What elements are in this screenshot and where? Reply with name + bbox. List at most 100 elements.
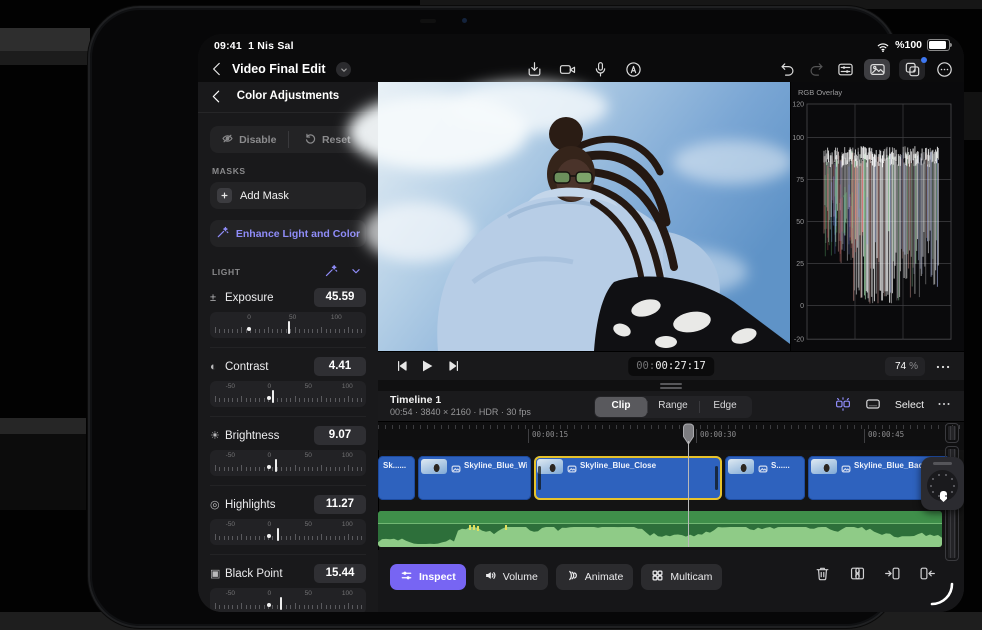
insert-left-icon[interactable] [884, 565, 903, 584]
redo-icon[interactable] [806, 59, 826, 79]
jog-tick-dot [937, 473, 940, 476]
microphone-icon[interactable] [590, 59, 610, 79]
slider-scale-label: 100 [330, 314, 342, 321]
clip-media-icon [758, 461, 769, 472]
clip-media-icon [567, 461, 578, 472]
slider-scale-label: -50 [225, 521, 235, 528]
timeline-clip[interactable]: Sk...... [378, 456, 415, 500]
clip-thumbnail [728, 459, 754, 474]
slider-value-indicator[interactable] [271, 390, 274, 403]
slider-origin-dot [247, 327, 251, 331]
clip-overview-icon[interactable] [865, 396, 883, 414]
slider-value-indicator[interactable] [277, 528, 280, 541]
slider-scale-label: 0 [247, 314, 251, 321]
mode-range[interactable]: Range [647, 397, 699, 417]
add-mask-button[interactable]: Add Mask [210, 182, 366, 209]
skip-back-icon[interactable] [394, 358, 412, 376]
more-icon[interactable] [934, 59, 954, 79]
scrollbar-segment[interactable] [945, 423, 959, 443]
slider-value-indicator[interactable] [287, 321, 290, 334]
adjustment-slider[interactable]: -50 0 50 100 [210, 450, 366, 476]
adjustment-slider[interactable]: 0 50 100 [210, 312, 366, 338]
undo-icon[interactable] [777, 59, 797, 79]
adjustment-slider[interactable]: -50 0 50 100 [210, 519, 366, 545]
timeline-ruler[interactable]: 00:00:15 00:00:30 00:00:45 [378, 421, 964, 450]
back-icon[interactable] [208, 60, 226, 78]
volume-button[interactable]: Volume [473, 564, 548, 590]
timeline-clip[interactable]: Skyline_Blue_Close [534, 456, 722, 500]
inspect-icon [400, 569, 413, 585]
light-auto-wand-icon[interactable] [324, 264, 339, 279]
snapping-icon[interactable] [835, 396, 853, 414]
ruler-timecode-label: 00:00:45 [864, 429, 904, 443]
light-controls-list: ± Exposure 45.59 0 50 100 ◐ Contrast 4.41 … [198, 279, 378, 612]
timeline-more-icon[interactable] [936, 396, 954, 414]
adjustment-value[interactable]: 15.44 [314, 564, 366, 583]
slider-scale-label: 0 [267, 383, 272, 390]
inspect-button[interactable]: Inspect [390, 564, 466, 590]
play-icon[interactable] [419, 358, 437, 376]
adjustment-value[interactable]: 45.59 [314, 288, 366, 307]
video-preview[interactable] [348, 81, 793, 351]
project-title-chevron-icon[interactable] [336, 62, 351, 77]
exposure-icon: ± [210, 291, 217, 304]
adjustment-control: ▣ Black Point 15.44 -50 0 50 100 [210, 554, 366, 612]
timeline-clip[interactable]: Skyline_Blue_Wide [418, 456, 531, 500]
jog-tick-dot [930, 484, 932, 487]
timeline-header: Timeline 1 00:54 · 3840 × 2160 · HDR · 3… [378, 391, 964, 421]
status-time: 09:41 [214, 40, 242, 52]
ruler-timecode-label: 00:00:15 [528, 429, 568, 443]
jog-wheel[interactable] [921, 457, 964, 510]
multicam-button[interactable]: Multicam [641, 564, 723, 590]
inspector-panel-icon[interactable] [835, 59, 855, 79]
jog-dial[interactable] [927, 470, 958, 502]
skip-forward-icon[interactable] [446, 358, 464, 376]
timecode-display[interactable]: 00:00:27:17 [628, 357, 714, 376]
zoom-value: 74 [894, 361, 907, 372]
light-collapse-chevron-icon[interactable] [349, 264, 364, 279]
adjustment-value[interactable]: 4.41 [314, 357, 366, 376]
adjustment-slider[interactable]: -50 0 50 100 [210, 588, 366, 612]
clip-thumbnail [421, 459, 447, 474]
trash-icon[interactable] [814, 565, 833, 584]
scope-title: RGB Overlay [798, 88, 843, 97]
jog-tick-dot [937, 495, 940, 498]
disable-button[interactable]: Disable [210, 126, 288, 153]
select-button[interactable]: Select [895, 399, 924, 411]
slider-scale-label: 50 [304, 452, 312, 459]
slider-scale-label: -50 [225, 383, 235, 390]
camera-icon[interactable] [557, 59, 577, 79]
light-section-label: LIGHT [212, 266, 241, 277]
trim-handle-right[interactable] [715, 466, 718, 490]
effects-icon[interactable] [899, 57, 927, 80]
adjustment-control: ◎ Highlights 11.27 -50 0 50 100 [210, 485, 366, 545]
enhance-light-color-button[interactable]: Enhance Light and Color [210, 220, 366, 247]
mode-clip[interactable]: Clip [595, 397, 647, 417]
add-mask-label: Add Mask [240, 189, 289, 202]
trim-handle-left[interactable] [538, 466, 541, 490]
audio-track-clip[interactable] [378, 511, 942, 547]
color-adjustments-panel: Color Adjustments Disable Reset MASKS Ad… [198, 82, 379, 612]
project-title: Video Final Edit [232, 62, 326, 76]
adjustment-value[interactable]: 11.27 [314, 495, 366, 514]
annotate-icon[interactable] [623, 59, 643, 79]
slider-value-indicator[interactable] [280, 597, 283, 610]
adjustment-name: Brightness [225, 429, 280, 442]
import-icon[interactable] [524, 59, 544, 79]
adjustment-slider[interactable]: -50 0 50 100 [210, 381, 366, 407]
adjustment-value[interactable]: 9.07 [314, 426, 366, 445]
viewer-zoom-button[interactable]: 74% [884, 357, 925, 376]
media-browser-icon[interactable] [864, 59, 890, 80]
disable-reset-group: Disable Reset [210, 126, 366, 153]
slider-value-indicator[interactable] [275, 459, 278, 472]
panel-resize-handle[interactable] [378, 380, 964, 391]
split-clip-icon[interactable] [849, 565, 868, 584]
animate-button[interactable]: Animate [555, 564, 634, 590]
mode-edge[interactable]: Edge [699, 397, 751, 417]
slider-scale-label: 50 [289, 314, 297, 321]
front-camera [462, 18, 467, 23]
adjustment-control: ± Exposure 45.59 0 50 100 [210, 279, 366, 338]
viewer-more-icon[interactable] [934, 358, 952, 376]
timeline-clip[interactable]: S...... [725, 456, 805, 500]
button-label: Inspect [419, 571, 456, 583]
